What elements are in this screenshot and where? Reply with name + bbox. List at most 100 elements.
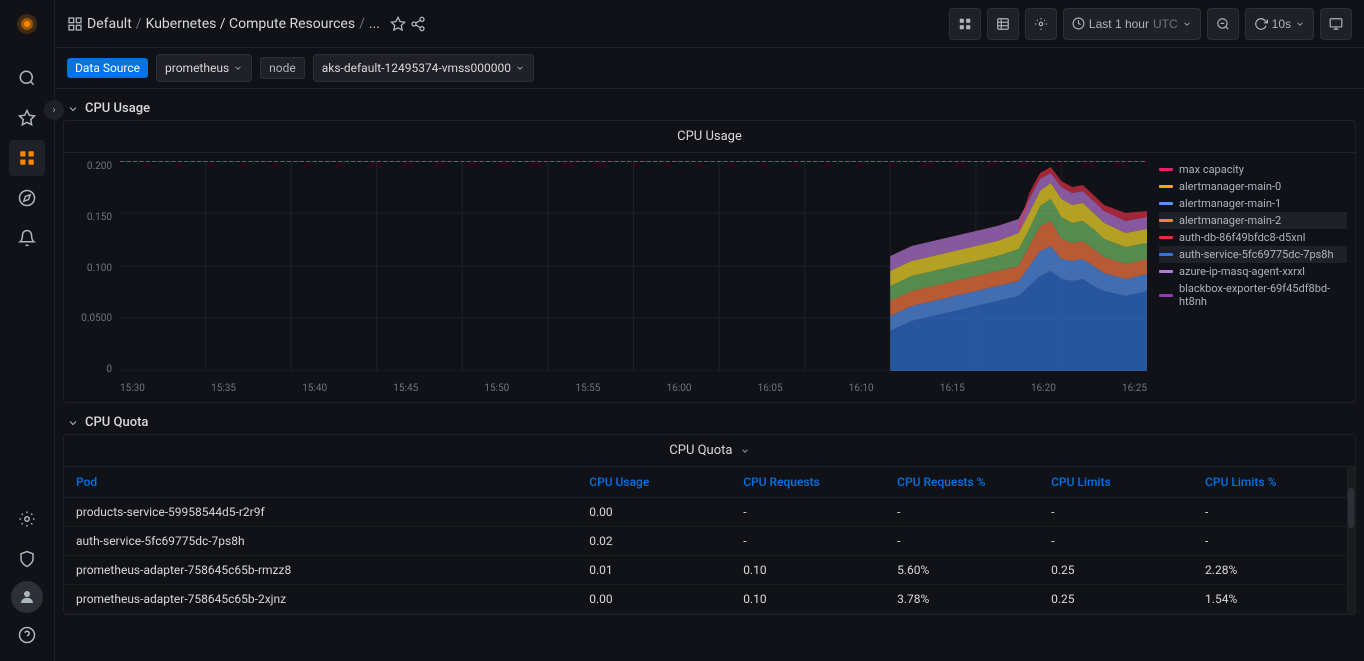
pod-name: products-service-59958544d5-r2r9f [64,498,577,527]
cpu-usage-val: 0.02 [577,527,731,556]
timezone-label: UTC [1153,17,1178,31]
refresh-icon [1254,17,1268,31]
cpu-usage-section-header[interactable]: CPU Usage [55,97,1364,120]
table-header-row: CPU Quota [64,435,1355,467]
cpu-requests-pct-val: 3.78% [885,585,1039,614]
table-row: prometheus-adapter-758645c65b-2xjnz 0.00… [64,585,1347,614]
breadcrumb: Default / Kubernetes / Compute Resources… [67,16,941,32]
table-scrollbar-thumb[interactable] [1348,488,1354,528]
time-range-btn[interactable]: Last 1 hour UTC [1063,8,1201,40]
legend-item-alertmanager-1[interactable]: alertmanager-main-1 [1159,195,1347,212]
cpu-usage-section: CPU Usage CPU Usage 0.200 0.150 0.100 [55,97,1364,403]
cpu-limits-pct-val: 1.54% [1193,585,1347,614]
settings-btn[interactable] [1025,8,1057,40]
cpu-usage-val: 0.01 [577,556,731,585]
col-cpu-requests-pct[interactable]: CPU Requests % [885,467,1039,498]
table-row: products-service-59958544d5-r2r9f 0.00 -… [64,498,1347,527]
cpu-limits-val: 0.25 [1039,556,1193,585]
zoom-out-btn[interactable] [1207,8,1239,40]
time-range-label: Last 1 hour [1089,17,1149,31]
sidebar-item-explore[interactable] [9,180,45,216]
sidebar-item-profile[interactable] [11,581,43,613]
sidebar-item-help[interactable] [9,617,45,653]
clock-icon [1072,17,1085,30]
node-chevron-icon [515,63,525,73]
col-cpu-usage[interactable]: CPU Usage [577,467,731,498]
pod-name: auth-service-5fc69775dc-7ps8h [64,527,577,556]
cpu-usage-val: 0.00 [577,585,731,614]
monitor-icon [1329,17,1343,31]
table-title: CPU Quota [76,443,1343,458]
legend-item-blackbox[interactable]: blackbox-exporter-69f45df8bd-ht8nh [1159,280,1347,310]
collapse-icon [67,103,79,115]
zoom-out-icon [1216,17,1230,31]
node-select[interactable]: aks-default-12495374-vmss000000 [313,54,534,82]
cpu-requests-val: - [731,527,885,556]
prometheus-chevron-icon [233,63,243,73]
header-actions: Last 1 hour UTC 10s [949,8,1352,40]
sidebar-item-alerting[interactable] [9,220,45,256]
cpu-usage-chart-title: CPU Usage [64,121,1355,153]
y-axis: 0.200 0.150 0.100 0.0500 0 [72,161,120,375]
legend-item-auth-db[interactable]: auth-db-86f49bfdc8-d5xnl [1159,229,1347,246]
cpu-quota-section-header[interactable]: CPU Quota [55,411,1364,434]
data-source-label[interactable]: Data Source [67,58,148,78]
cpu-requests-pct-val: 5.60% [885,556,1039,585]
refresh-btn[interactable]: 10s [1245,8,1314,40]
cpu-limits-pct-val: - [1193,498,1347,527]
sidebar-item-search[interactable] [9,60,45,96]
legend-item-max-capacity[interactable]: max capacity [1159,161,1347,178]
legend-item-auth-service[interactable]: auth-service-5fc69775dc-7ps8h [1159,246,1347,263]
display-btn[interactable] [1320,8,1352,40]
cpu-quota-section-title: CPU Quota [85,415,148,430]
quota-collapse-icon [67,417,79,429]
app-logo[interactable] [11,8,43,40]
table-toggle-btn[interactable] [987,8,1019,40]
x-axis: 15:30 15:35 15:40 15:45 15:50 15:55 16:0… [120,379,1147,394]
refresh-rate-label: 10s [1272,17,1291,31]
breadcrumb-ellipsis: ... [369,16,380,32]
col-cpu-limits[interactable]: CPU Limits [1039,467,1193,498]
cpu-quota-table: Pod CPU Usage CPU Requests CPU Requests … [64,467,1347,614]
table-row: prometheus-adapter-758645c65b-rmzz8 0.01… [64,556,1347,585]
cpu-usage-val: 0.00 [577,498,731,527]
breadcrumb-default[interactable]: Default [87,16,132,32]
sidebar-item-config[interactable] [9,501,45,537]
pod-name: prometheus-adapter-758645c65b-rmzz8 [64,556,577,585]
cpu-limits-pct-val: 2.28% [1193,556,1347,585]
legend-item-azure-ip[interactable]: azure-ip-masq-agent-xxrxl [1159,263,1347,280]
cpu-requests-pct-val: - [885,527,1039,556]
sidebar-item-dashboards[interactable] [9,140,45,176]
cpu-limits-val: - [1039,498,1193,527]
cpu-usage-chart: CPU Usage 0.200 0.150 0.100 0.0500 0 [63,120,1356,403]
star-icon[interactable] [390,16,406,32]
table-header: Pod CPU Usage CPU Requests CPU Requests … [64,467,1347,498]
sidebar-item-shield[interactable] [9,541,45,577]
table-scrollbar[interactable] [1347,467,1355,614]
grid-icon [67,16,83,32]
cpu-limits-pct-val: - [1193,527,1347,556]
cpu-quota-table-container: CPU Quota Pod CPU Usage CPU Requests CPU… [63,434,1356,615]
col-cpu-limits-pct[interactable]: CPU Limits % [1193,467,1347,498]
cpu-requests-val: 0.10 [731,585,885,614]
breadcrumb-kubernetes[interactable]: Kubernetes / Compute Resources [146,16,355,32]
top-header: Default / Kubernetes / Compute Resources… [55,0,1364,48]
cpu-limits-val: 0.25 [1039,585,1193,614]
main-content: Default / Kubernetes / Compute Resources… [55,0,1364,661]
col-pod[interactable]: Pod [64,467,577,498]
sidebar-bottom [9,501,45,661]
legend-item-alertmanager-0[interactable]: alertmanager-main-0 [1159,178,1347,195]
legend-item-alertmanager-2[interactable]: alertmanager-main-2 [1159,212,1347,229]
sidebar-item-starred[interactable] [9,100,45,136]
viz-toggle-btn[interactable] [949,8,981,40]
share-icon[interactable] [410,16,426,32]
node-tag: node [260,57,305,79]
table-title-chevron [740,446,750,456]
chart-area: 0.200 0.150 0.100 0.0500 0 [64,153,1355,402]
prometheus-select[interactable]: prometheus [156,54,252,82]
chart-svg [120,161,1147,371]
col-cpu-requests[interactable]: CPU Requests [731,467,885,498]
sidebar-expand-btn[interactable]: › [44,100,64,120]
chevron-down-icon [1182,19,1192,29]
chart-legend: max capacity alertmanager-main-0 alertma… [1147,161,1347,391]
